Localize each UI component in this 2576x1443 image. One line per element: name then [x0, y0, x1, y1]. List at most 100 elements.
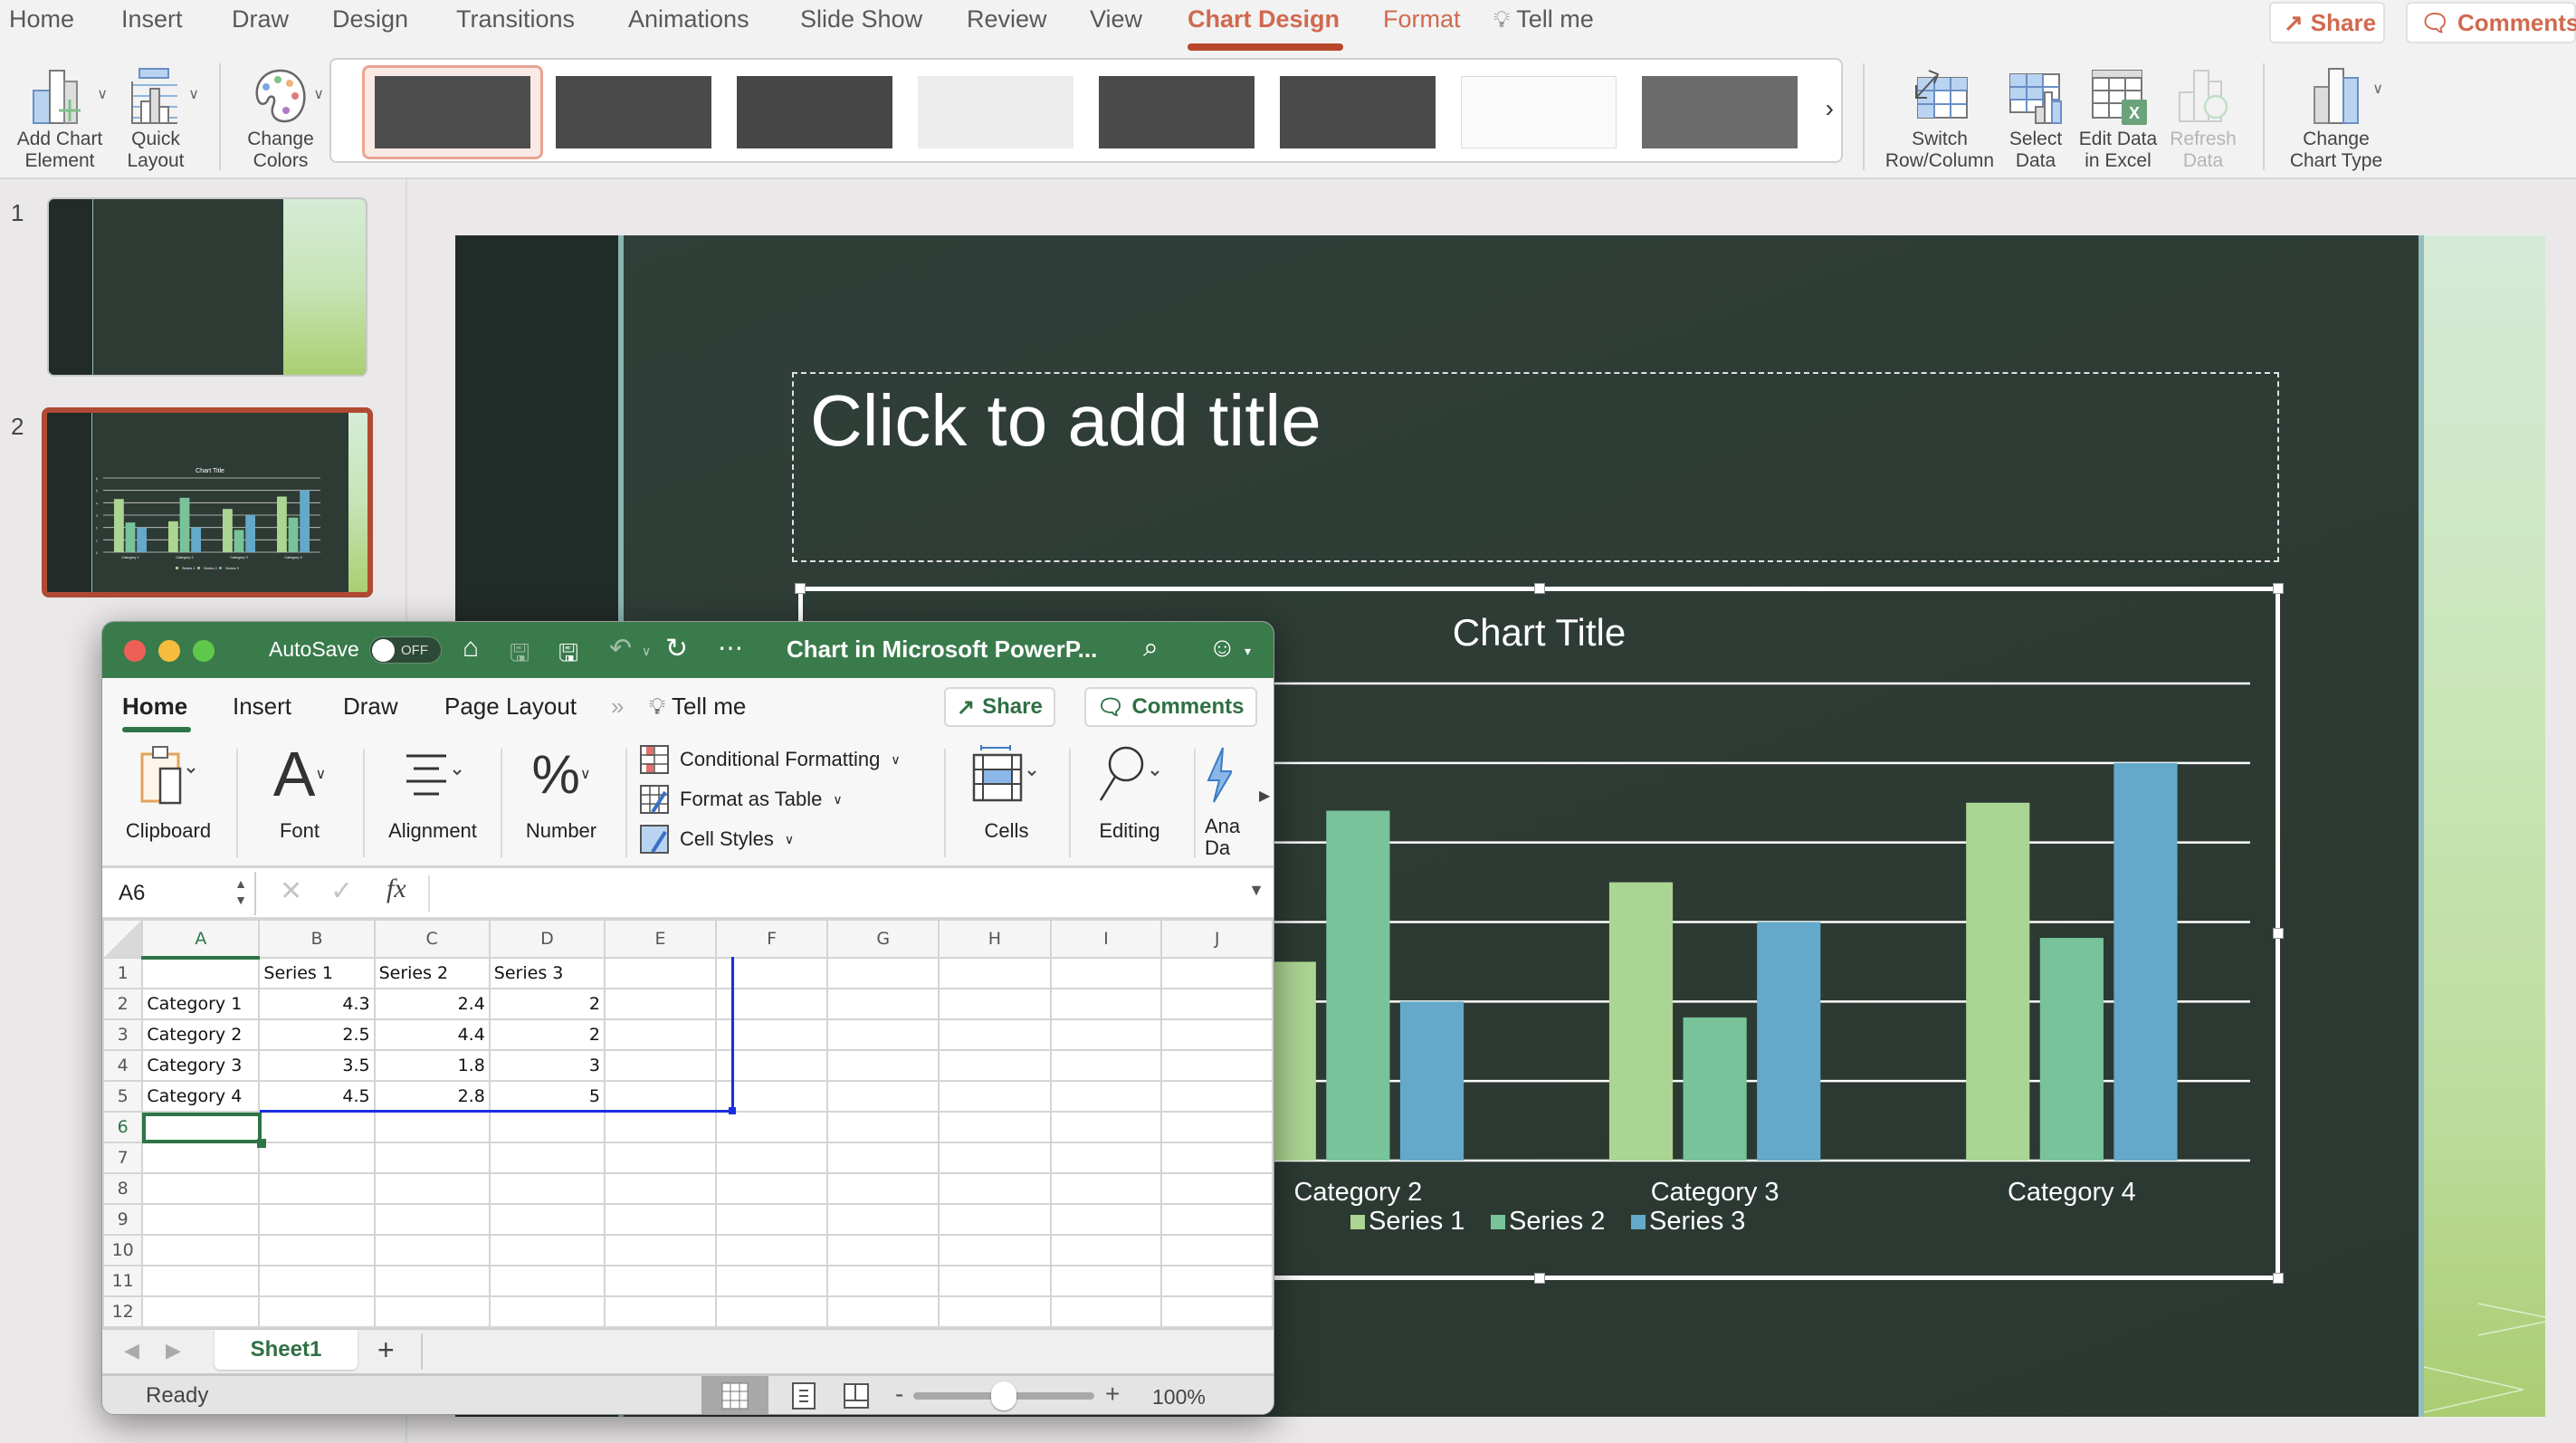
cell[interactable] — [938, 1080, 1052, 1113]
column-header[interactable]: D — [488, 919, 606, 959]
slide-thumbnail-1[interactable] — [47, 197, 367, 377]
scroll-sheets-right-icon[interactable]: ▶ — [166, 1339, 181, 1362]
zoom-in-button[interactable]: + — [1105, 1380, 1120, 1409]
chart-style-1[interactable] — [375, 76, 530, 148]
excel-tab-insert[interactable]: Insert — [233, 693, 291, 721]
expand-formula-bar-icon[interactable]: ▼ — [1248, 881, 1264, 900]
save-as-icon[interactable]: 🖫︎ — [558, 636, 578, 676]
cell[interactable] — [258, 1295, 376, 1328]
resize-handle-tl[interactable] — [795, 583, 806, 594]
cell[interactable] — [715, 1049, 829, 1082]
resize-handle-br[interactable] — [2273, 1273, 2284, 1284]
cell[interactable] — [826, 1295, 940, 1328]
cell[interactable] — [141, 1265, 261, 1297]
comments-button[interactable]: 🗨︎ Comments — [2406, 2, 2576, 43]
autosave-toggle[interactable]: OFF — [369, 636, 442, 664]
column-header[interactable]: G — [826, 919, 940, 959]
cell[interactable] — [1049, 1111, 1163, 1143]
redo-icon[interactable]: ↻ — [665, 633, 688, 664]
tell-me-search[interactable]: 💡︎ Tell me — [1493, 5, 1594, 34]
select-data-button[interactable]: Select Data — [2002, 58, 2069, 172]
cell[interactable]: 2 — [488, 1018, 606, 1051]
zoom-out-button[interactable]: - — [895, 1380, 903, 1409]
row-header[interactable]: 6 — [102, 1111, 144, 1143]
analyze-data-button[interactable]: Ana Da — [1205, 741, 1259, 859]
chevron-down-icon[interactable]: ▾ — [1245, 644, 1251, 659]
column-header[interactable]: F — [715, 919, 829, 959]
cell[interactable] — [1049, 1018, 1163, 1051]
cell[interactable] — [1049, 988, 1163, 1020]
cell[interactable] — [141, 957, 261, 989]
cell[interactable] — [938, 1295, 1052, 1328]
row-header[interactable]: 1 — [102, 957, 144, 989]
cell[interactable] — [715, 1111, 829, 1143]
cell[interactable] — [938, 1142, 1052, 1174]
cell[interactable] — [1160, 1142, 1274, 1174]
cell[interactable] — [938, 988, 1052, 1020]
chart-style-6[interactable] — [1280, 76, 1436, 148]
cell[interactable] — [488, 1234, 606, 1266]
cell[interactable] — [603, 1265, 718, 1297]
cell[interactable] — [373, 1265, 491, 1297]
name-box-stepper-icon[interactable]: ▲ ▼ — [234, 875, 247, 908]
cell[interactable] — [488, 1172, 606, 1205]
page-layout-view-icon[interactable] — [790, 1382, 817, 1410]
cell[interactable]: 2 — [488, 988, 606, 1020]
cell[interactable] — [1049, 1265, 1163, 1297]
tab-chart-design[interactable]: Chart Design — [1188, 5, 1340, 33]
change-chart-type-button[interactable]: ∨ Change Chart Type — [2281, 58, 2391, 172]
cell[interactable] — [603, 1142, 718, 1174]
column-header[interactable]: B — [258, 919, 376, 959]
cell[interactable] — [373, 1111, 491, 1143]
excel-tab-draw[interactable]: Draw — [343, 693, 398, 721]
select-all-corner[interactable] — [102, 919, 144, 959]
cell[interactable] — [938, 1234, 1052, 1266]
cell[interactable] — [603, 1172, 718, 1205]
cell[interactable] — [141, 1234, 261, 1266]
search-icon[interactable]: ⌕ — [1143, 633, 1159, 664]
cells-button[interactable]: Cells — [957, 741, 1056, 843]
row-header[interactable]: 8 — [102, 1172, 144, 1205]
cell[interactable] — [488, 1142, 606, 1174]
tab-review[interactable]: Review — [967, 5, 1047, 33]
cell[interactable] — [826, 1172, 940, 1205]
cell[interactable] — [141, 1111, 261, 1143]
chart-style-4[interactable] — [918, 76, 1073, 148]
row-header[interactable]: 9 — [102, 1203, 144, 1236]
chart-style-7[interactable] — [1461, 76, 1617, 148]
cell[interactable] — [715, 1172, 829, 1205]
add-sheet-button[interactable]: + — [377, 1333, 395, 1367]
clipboard-button[interactable]: Clipboard — [119, 741, 218, 843]
cell[interactable] — [715, 1018, 829, 1051]
cell[interactable] — [603, 957, 718, 989]
cell[interactable]: 2.5 — [258, 1018, 376, 1051]
cell[interactable] — [938, 1111, 1052, 1143]
tab-slide-show[interactable]: Slide Show — [800, 5, 922, 33]
cell[interactable] — [826, 1111, 940, 1143]
cell[interactable] — [715, 1295, 829, 1328]
cell[interactable] — [715, 1234, 829, 1266]
row-header[interactable]: 7 — [102, 1142, 144, 1174]
column-header[interactable]: H — [938, 919, 1052, 959]
tab-animations[interactable]: Animations — [628, 5, 749, 33]
column-header[interactable]: E — [603, 919, 718, 959]
cell[interactable] — [826, 1265, 940, 1297]
cell[interactable] — [258, 1203, 376, 1236]
cell[interactable] — [373, 1172, 491, 1205]
cell[interactable] — [1160, 957, 1274, 989]
cell[interactable] — [1049, 1049, 1163, 1082]
excel-tab-home[interactable]: Home — [122, 693, 187, 721]
chart-style-8[interactable] — [1642, 76, 1798, 148]
column-header[interactable]: I — [1049, 919, 1163, 959]
cell[interactable] — [938, 1265, 1052, 1297]
more-tabs-icon[interactable]: » — [611, 693, 624, 721]
cell[interactable] — [938, 957, 1052, 989]
edit-data-in-excel-button[interactable]: X Edit Data in Excel — [2073, 58, 2163, 172]
cell[interactable] — [826, 957, 940, 989]
cell[interactable] — [373, 1203, 491, 1236]
font-button[interactable]: A ∨ Font — [254, 739, 345, 843]
column-header[interactable]: A — [141, 919, 261, 960]
cell[interactable] — [715, 1142, 829, 1174]
cell[interactable] — [1049, 1295, 1163, 1328]
cell[interactable] — [715, 988, 829, 1020]
